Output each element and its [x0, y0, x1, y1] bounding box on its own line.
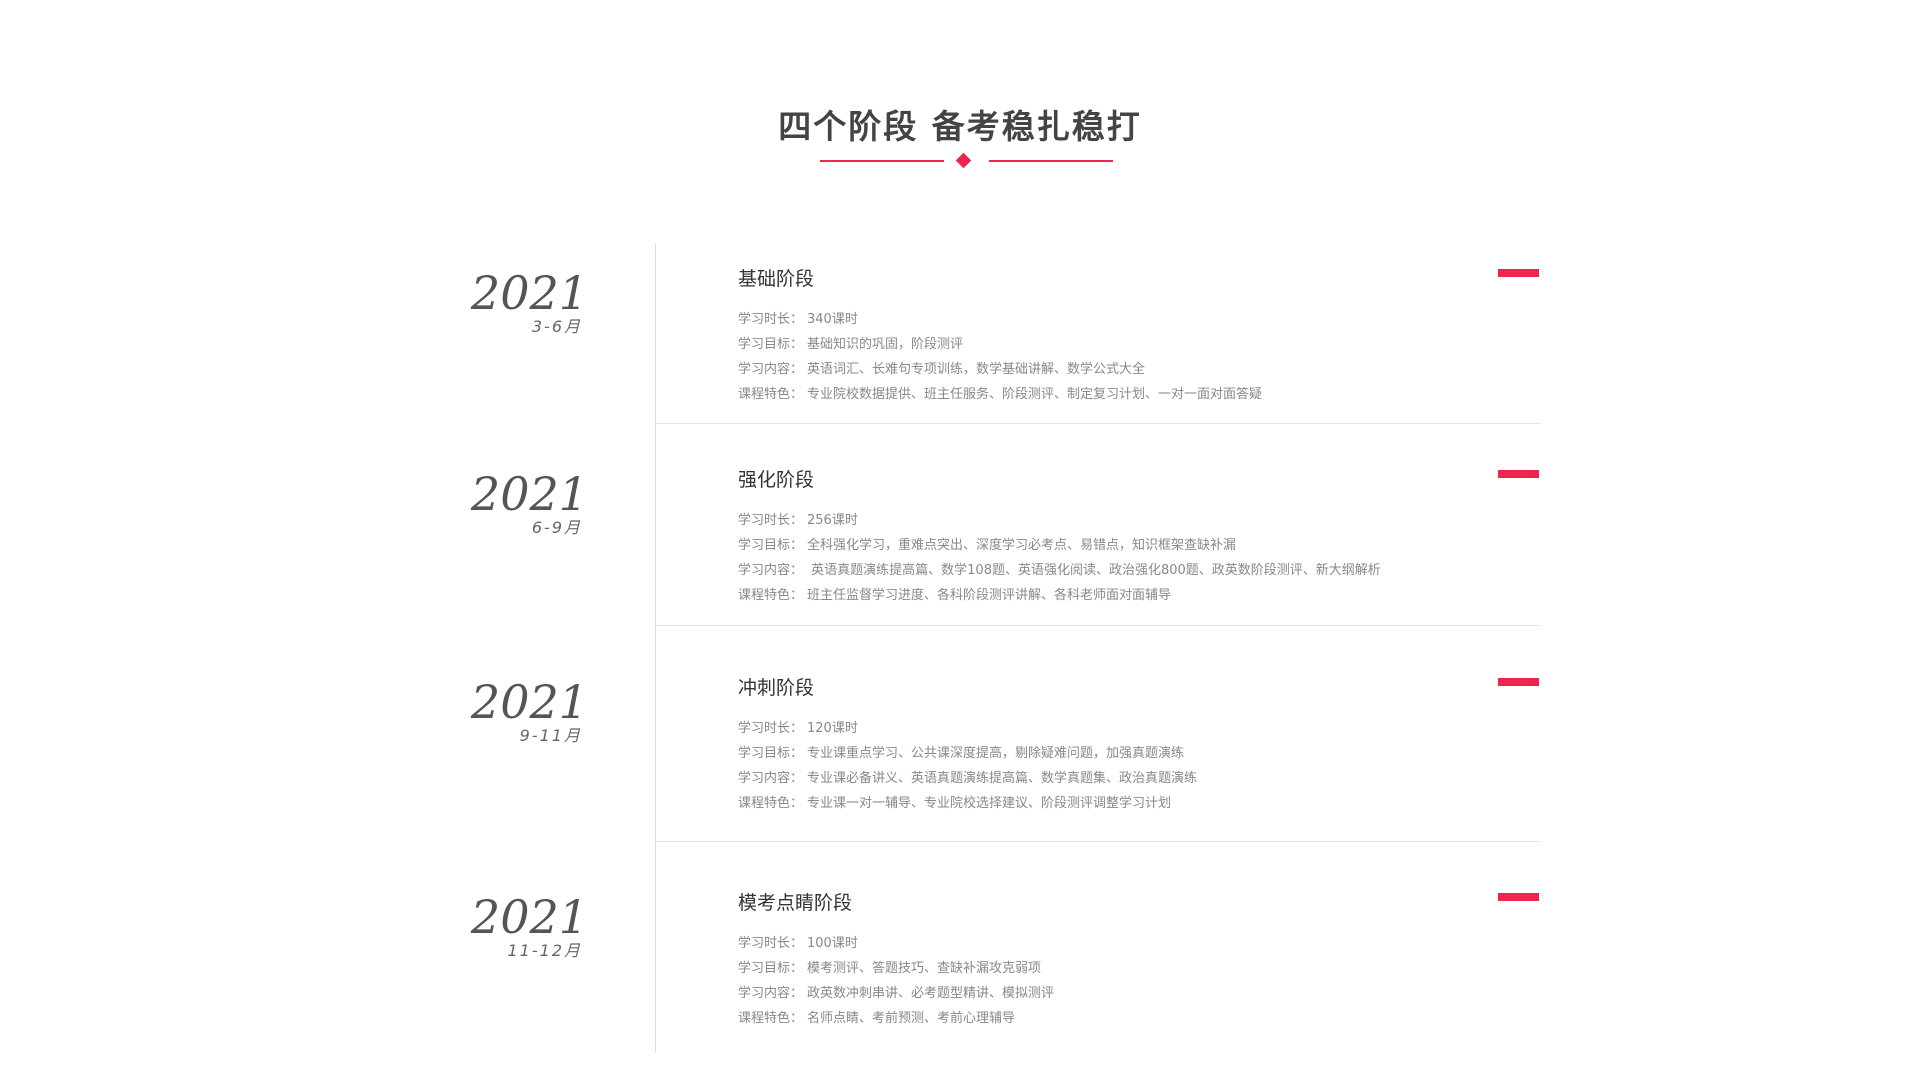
detail-label: 课程特色：	[738, 1011, 804, 1026]
detail-content: 学习内容： 专业课必备讲义、英语真题演练提高篇、数学真题集、政治真题演练	[738, 766, 1197, 791]
stage-name: 强化阶段	[738, 469, 815, 491]
stage-details: 学习时长： 256课时 学习目标： 全科强化学习，重难点突出、深度学习必考点、易错点…	[738, 508, 1381, 608]
stage-months: 3-6月	[531, 317, 582, 336]
detail-label: 课程特色：	[738, 796, 804, 811]
stage-months: 6-9月	[531, 518, 582, 537]
detail-content: 学习内容： 政英数冲刺串讲、必考题型精讲、模拟测评	[738, 981, 1054, 1006]
page-title: 四个阶段 备考稳扎稳打	[778, 107, 1142, 146]
detail-duration: 学习时长： 256课时	[738, 508, 1381, 533]
detail-label: 学习内容：	[738, 986, 804, 1001]
stage-year: 2021	[470, 266, 588, 320]
stage-year: 2021	[470, 675, 588, 729]
stage-months: 11-12月	[507, 941, 582, 960]
detail-content: 学习内容： 英语真题演练提高篇、数学108题、英语强化阅读、政治强化800题、政…	[738, 558, 1381, 583]
detail-value: 名师点睛、考前预测、考前心理辅导	[807, 1011, 1016, 1026]
detail-value: 专业课重点学习、公共课深度提高，剔除疑难问题，加强真题演练	[807, 746, 1185, 761]
detail-label: 学习内容：	[738, 563, 804, 578]
stage-details: 学习时长： 340课时 学习目标： 基础知识的巩固，阶段测评 学习内容： 英语词汇、长…	[738, 307, 1262, 407]
timeline-axis	[655, 243, 656, 1053]
detail-label: 学习内容：	[738, 362, 804, 377]
stage-details: 学习时长： 100课时 学习目标： 模考测评、答题技巧、查缺补漏攻克弱项 学习内容：…	[738, 931, 1054, 1031]
detail-value: 基础知识的巩固，阶段测评	[807, 337, 964, 352]
stage-name: 模考点睛阶段	[738, 892, 853, 914]
detail-duration: 学习时长： 340课时	[738, 307, 1262, 332]
detail-duration: 学习时长： 120课时	[738, 716, 1197, 741]
detail-value: 模考测评、答题技巧、查缺补漏攻克弱项	[807, 961, 1042, 976]
detail-feature: 课程特色： 专业院校数据提供、班主任服务、阶段测评、制定复习计划、一对一面对面答疑	[738, 382, 1262, 407]
detail-value: 专业课必备讲义、英语真题演练提高篇、数学真题集、政治真题演练	[807, 771, 1198, 786]
detail-value: 政英数冲刺串讲、必考题型精讲、模拟测评	[807, 986, 1055, 1001]
detail-value: 100课时	[807, 936, 858, 951]
detail-label: 学习目标：	[738, 961, 804, 976]
detail-label: 学习时长：	[738, 513, 804, 528]
stage-year: 2021	[470, 467, 588, 521]
detail-label: 学习时长：	[738, 936, 804, 951]
stage-accent-bar	[1498, 893, 1539, 901]
stage-months: 9-11月	[519, 726, 582, 745]
detail-goal: 学习目标： 基础知识的巩固，阶段测评	[738, 332, 1262, 357]
detail-feature: 课程特色： 名师点睛、考前预测、考前心理辅导	[738, 1006, 1054, 1031]
detail-value: 专业院校数据提供、班主任服务、阶段测评、制定复习计划、一对一面对面答疑	[807, 387, 1263, 402]
detail-label: 学习目标：	[738, 337, 804, 352]
stage-accent-bar	[1498, 678, 1539, 686]
detail-goal: 学习目标： 专业课重点学习、公共课深度提高，剔除疑难问题，加强真题演练	[738, 741, 1197, 766]
detail-feature: 课程特色： 专业课一对一辅导、专业院校选择建议、阶段测评调整学习计划	[738, 791, 1197, 816]
stage-divider	[656, 625, 1540, 626]
detail-label: 学习目标：	[738, 746, 804, 761]
detail-label: 学习目标：	[738, 538, 804, 553]
stage-name: 冲刺阶段	[738, 677, 815, 699]
detail-value: 班主任监督学习进度、各科阶段测评讲解、各科老师面对面辅导	[807, 588, 1172, 603]
stage-timeline: 2021 3-6月 基础阶段 学习时长： 340课时 学习目标： 基础知识的巩固，阶…	[0, 243, 1920, 1053]
detail-label: 学习内容：	[738, 771, 804, 786]
detail-value: 专业课一对一辅导、专业院校选择建议、阶段测评调整学习计划	[807, 796, 1172, 811]
stage-name: 基础阶段	[738, 268, 815, 290]
detail-duration: 学习时长： 100课时	[738, 931, 1054, 956]
detail-value: 英语真题演练提高篇、数学108题、英语强化阅读、政治强化800题、政英数阶段测评…	[807, 563, 1381, 578]
stage-year: 2021	[470, 890, 588, 944]
detail-goal: 学习目标： 模考测评、答题技巧、查缺补漏攻克弱项	[738, 956, 1054, 981]
stage-details: 学习时长： 120课时 学习目标： 专业课重点学习、公共课深度提高，剔除疑难问题，加…	[738, 716, 1197, 816]
stage-accent-bar	[1498, 470, 1539, 478]
title-underline-right	[989, 160, 1113, 162]
detail-feature: 课程特色： 班主任监督学习进度、各科阶段测评讲解、各科老师面对面辅导	[738, 583, 1381, 608]
detail-value: 256课时	[807, 513, 858, 528]
detail-label: 学习时长：	[738, 721, 804, 736]
detail-value: 英语词汇、长难句专项训练，数学基础讲解、数学公式大全	[807, 362, 1146, 377]
stage-divider	[656, 423, 1540, 424]
detail-label: 课程特色：	[738, 387, 804, 402]
detail-value: 120课时	[807, 721, 858, 736]
title-decoration	[0, 152, 1920, 173]
detail-label: 学习时长：	[738, 312, 804, 327]
detail-label: 课程特色：	[738, 588, 804, 603]
detail-value: 全科强化学习，重难点突出、深度学习必考点、易错点，知识框架查缺补漏	[807, 538, 1237, 553]
diamond-icon	[955, 152, 972, 169]
detail-value: 340课时	[807, 312, 858, 327]
detail-goal: 学习目标： 全科强化学习，重难点突出、深度学习必考点、易错点，知识框架查缺补漏	[738, 533, 1381, 558]
detail-content: 学习内容： 英语词汇、长难句专项训练，数学基础讲解、数学公式大全	[738, 357, 1262, 382]
stage-accent-bar	[1498, 269, 1539, 277]
title-underline-left	[820, 160, 944, 162]
stage-divider	[656, 841, 1540, 842]
